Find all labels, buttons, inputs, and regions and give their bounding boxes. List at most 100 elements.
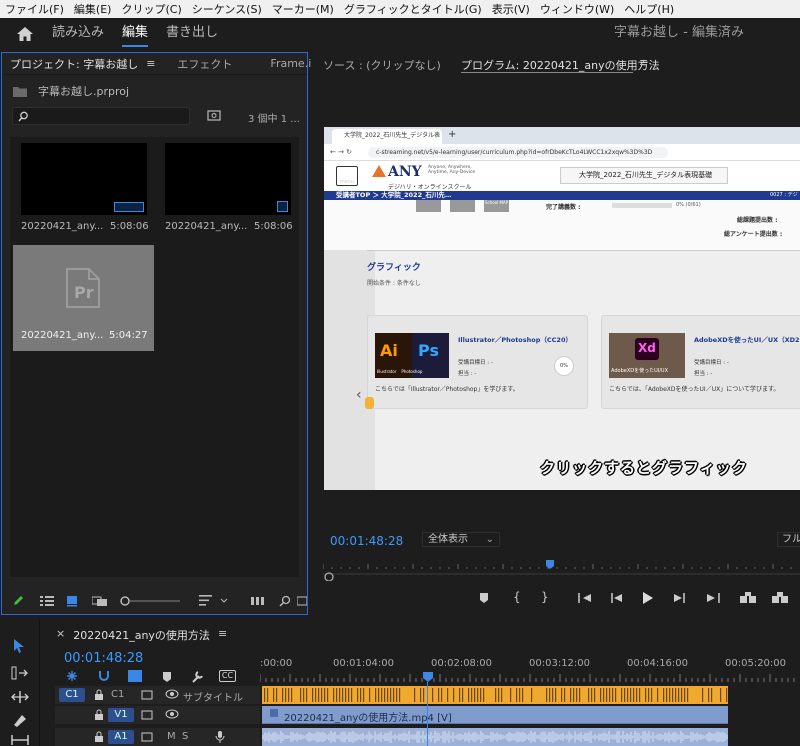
sequence-thumbnail[interactable] bbox=[165, 143, 291, 215]
cursor-hand-icon bbox=[365, 397, 374, 409]
find-icon[interactable] bbox=[279, 595, 291, 607]
subtitle-clip[interactable] bbox=[262, 686, 728, 704]
mute-solo-buttons[interactable]: M S bbox=[167, 731, 188, 742]
selected-clip-card[interactable]: Pr 20220421_any... 5:04:27 bbox=[13, 245, 154, 351]
go-to-out-icon[interactable] bbox=[704, 592, 720, 604]
fit-select[interactable]: 全体表示 ⌄ bbox=[422, 532, 500, 547]
razor-tool-icon[interactable] bbox=[12, 713, 28, 727]
tab-project[interactable]: プロジェクト: 字幕お越し bbox=[10, 56, 138, 72]
tab-edit[interactable]: 編集 bbox=[122, 18, 149, 50]
slip-tool-icon[interactable] bbox=[11, 734, 29, 746]
sort-icon[interactable] bbox=[199, 595, 213, 606]
program-ruler[interactable] bbox=[323, 557, 800, 581]
menu-graphics[interactable]: グラフィックとタイトル(G) bbox=[339, 1, 487, 17]
url-text: c-streaming.net/v5/e-learning/user/curri… bbox=[368, 147, 668, 158]
track-header-a1: A1 M S bbox=[55, 728, 260, 746]
automate-sequence-icon[interactable] bbox=[250, 595, 266, 607]
mark-in-icon[interactable]: { bbox=[513, 590, 521, 604]
insert-icon[interactable] bbox=[739, 592, 757, 604]
zoom-slider[interactable] bbox=[120, 595, 182, 607]
eye-icon[interactable] bbox=[165, 709, 179, 719]
close-icon[interactable]: × bbox=[56, 627, 65, 643]
fit-label: 全体表示 bbox=[428, 534, 468, 545]
ruler-label: 00:03:12:00 bbox=[529, 658, 591, 669]
panel-menu-icon[interactable]: ≡ bbox=[218, 627, 227, 643]
program-timecode[interactable]: 00:01:48:28 bbox=[330, 534, 403, 548]
step-forward-icon[interactable] bbox=[673, 592, 685, 604]
track-select-icon[interactable] bbox=[11, 666, 29, 680]
selection-tool-icon[interactable] bbox=[12, 638, 26, 654]
menu-window[interactable]: ウィンドウ(W) bbox=[535, 1, 619, 17]
clip-thumbnail[interactable] bbox=[21, 143, 147, 215]
video-clip[interactable]: 20220421_anyの使用方法.mp4 [V] bbox=[262, 706, 728, 724]
menu-help[interactable]: ヘルプ(H) bbox=[619, 1, 679, 17]
sync-lock-icon[interactable] bbox=[141, 732, 153, 742]
program-tab[interactable]: プログラム: 20220421_anyの使用方法 bbox=[461, 57, 660, 73]
microphone-icon[interactable] bbox=[215, 730, 225, 744]
panel-menu-icon[interactable]: ≡ bbox=[639, 56, 648, 69]
nav-arrows-icon: ← → ↻ bbox=[330, 148, 353, 156]
search-input[interactable] bbox=[12, 107, 190, 125]
menu-file[interactable]: ファイル(F) bbox=[0, 1, 69, 17]
track-target-v1[interactable]: V1 bbox=[108, 708, 134, 722]
menu-label: menu bbox=[336, 166, 358, 186]
lock-icon[interactable] bbox=[94, 689, 104, 701]
pencil-icon[interactable] bbox=[12, 595, 24, 607]
menu-marker[interactable]: マーカー(M) bbox=[267, 1, 339, 17]
menu-edit[interactable]: 編集(E) bbox=[69, 1, 117, 17]
tab-import[interactable]: 読み込み bbox=[52, 18, 104, 50]
video-frame[interactable]: 大学院_2022_石川先生_デジタル表 + ← → ↻ c-streaming.… bbox=[324, 127, 800, 490]
folder-icon bbox=[13, 86, 27, 97]
program-tab-underline bbox=[461, 72, 633, 73]
project-file-row: 字幕お越し.prproj bbox=[12, 83, 129, 99]
stats-area: School MAP 完了講義数 : 0% (0/61) 総課題提出数 : 総ア… bbox=[324, 200, 800, 250]
menu-view[interactable]: 表示(V) bbox=[487, 1, 535, 17]
overwrite-icon[interactable] bbox=[771, 592, 789, 604]
panel-menu-icon[interactable]: ≡ bbox=[146, 57, 155, 70]
timeline-timecode[interactable]: 00:01:48:28 bbox=[64, 651, 143, 666]
clip-name: 20220421_any... bbox=[165, 221, 248, 232]
sequence-tab[interactable]: 20220421_anyの使用方法 bbox=[73, 627, 210, 643]
source-tab[interactable]: ソース : (クリップなし) bbox=[323, 57, 441, 73]
clip-name: 20220421_any... bbox=[21, 221, 104, 232]
new-search-bin-icon[interactable] bbox=[207, 109, 221, 121]
lock-icon[interactable] bbox=[94, 709, 104, 721]
chevron-down-icon[interactable] bbox=[220, 598, 228, 604]
icon-view-icon[interactable] bbox=[66, 595, 78, 607]
track-label: C1 bbox=[111, 689, 125, 700]
audio-clip[interactable] bbox=[262, 728, 728, 746]
tab-export[interactable]: 書き出し bbox=[166, 18, 218, 50]
snap-in-sequence-icon[interactable] bbox=[66, 670, 78, 682]
snap-icon[interactable] bbox=[98, 670, 110, 682]
track-target-a1[interactable]: A1 bbox=[108, 730, 134, 744]
settings-wrench-icon[interactable] bbox=[190, 670, 204, 684]
browser-tab-strip: 大学院_2022_石川先生_デジタル表 + bbox=[324, 127, 800, 144]
go-to-in-icon[interactable] bbox=[578, 592, 594, 604]
menu-sequence[interactable]: シーケンス(S) bbox=[187, 1, 267, 17]
sync-lock-icon[interactable] bbox=[141, 710, 153, 720]
track-target-c1[interactable]: C1 bbox=[59, 688, 85, 702]
timeline-area: × 20220421_anyの使用方法 ≡ 00:01:48:28 CC :00… bbox=[0, 620, 800, 746]
ripple-edit-icon[interactable] bbox=[11, 690, 29, 704]
menu-clip[interactable]: クリップ(C) bbox=[116, 1, 186, 17]
eye-icon[interactable] bbox=[165, 689, 179, 699]
list-view-icon[interactable] bbox=[40, 596, 54, 606]
captions-icon[interactable]: CC bbox=[219, 670, 236, 682]
home-icon[interactable] bbox=[16, 26, 46, 42]
add-marker-icon[interactable] bbox=[162, 671, 172, 683]
new-bin-icon[interactable] bbox=[297, 595, 307, 607]
mark-out-icon[interactable]: } bbox=[541, 590, 549, 604]
resolution-select[interactable]: フル bbox=[777, 532, 800, 547]
card-meta: 担当 : - bbox=[458, 371, 477, 377]
step-back-icon[interactable] bbox=[611, 592, 623, 604]
xd-text: Xd bbox=[638, 341, 656, 355]
timeline-ruler[interactable]: :00:00 00:01:04:00 00:02:08:00 00:03:12:… bbox=[260, 657, 800, 685]
marker-icon[interactable] bbox=[479, 592, 489, 604]
freeform-view-icon[interactable] bbox=[92, 595, 108, 607]
sync-lock-icon[interactable] bbox=[141, 690, 153, 700]
project-panel: プロジェクト: 字幕お越し ≡ エフェクト Frame.io » 字幕お越し.p… bbox=[1, 52, 347, 615]
lock-icon[interactable] bbox=[94, 731, 104, 743]
play-icon[interactable] bbox=[642, 591, 654, 605]
tab-effects[interactable]: エフェクト bbox=[177, 56, 232, 72]
linked-selection-icon[interactable] bbox=[128, 670, 142, 682]
